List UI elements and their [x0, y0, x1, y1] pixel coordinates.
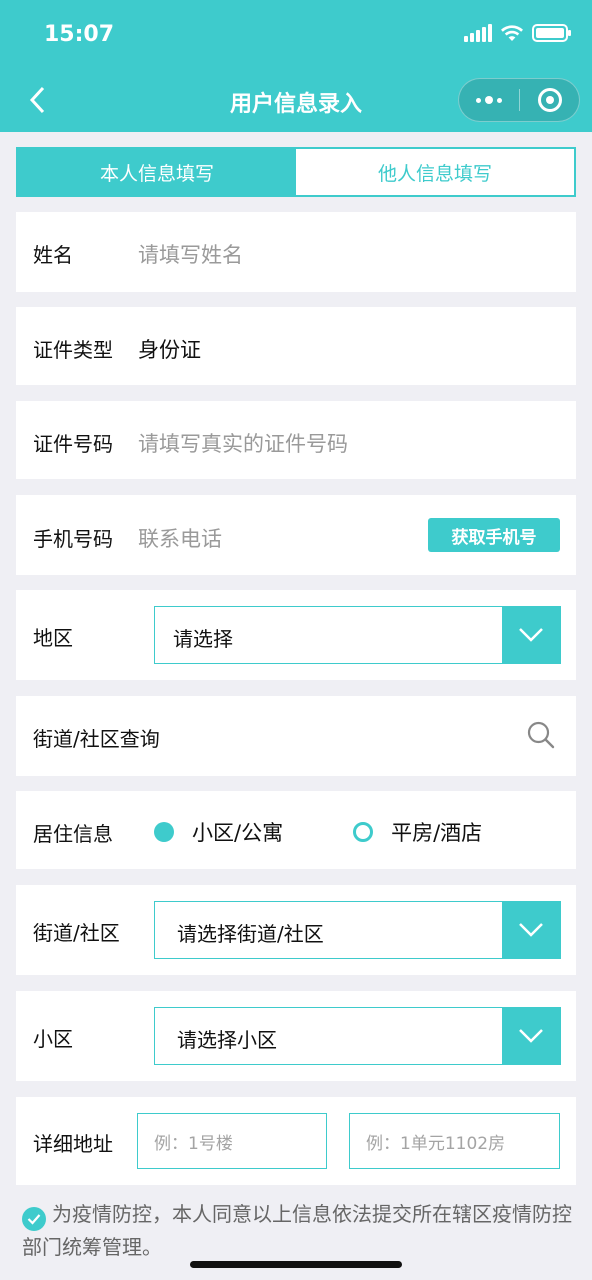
id-number-label: 证件号码	[33, 432, 113, 456]
residence-label: 居住信息	[33, 822, 113, 846]
chevron-down-icon	[519, 1029, 543, 1043]
chevron-down-icon	[519, 628, 543, 642]
nav-bar: 用户信息录入	[0, 70, 592, 132]
radio-unchecked-icon	[353, 822, 374, 842]
residence-option-apartment[interactable]: 小区/公寓	[154, 817, 283, 847]
street-row: 街道/社区 请选择街道/社区	[16, 885, 576, 975]
consent-checkbox[interactable]	[22, 1207, 46, 1231]
region-select-value: 请选择	[173, 627, 233, 651]
get-phone-button[interactable]: 获取手机号	[428, 518, 560, 552]
more-dot-icon	[485, 96, 493, 104]
target-icon	[537, 88, 562, 112]
miniprogram-capsule	[458, 78, 580, 122]
unit-input[interactable]: 例：1单元1102房	[349, 1113, 560, 1169]
street-search-label: 街道/社区查询	[33, 727, 160, 751]
community-dropdown-button[interactable]	[502, 1008, 560, 1064]
residence-option-bungalow[interactable]: 平房/酒店	[353, 817, 482, 847]
residence-option-label: 平房/酒店	[391, 821, 483, 845]
tab-self-info[interactable]: 本人信息填写	[18, 149, 296, 195]
consent-notice: 为疫情防控，本人同意以上信息依法提交所在辖区疫情防控部门统筹管理。	[22, 1198, 572, 1263]
street-search-row[interactable]: 街道/社区查询	[16, 696, 576, 776]
id-type-row: 证件类型 身份证	[16, 307, 576, 385]
community-select-value: 请选择小区	[177, 1028, 277, 1052]
tab-others-info[interactable]: 他人信息填写	[296, 149, 574, 195]
community-select[interactable]: 请选择小区	[154, 1007, 561, 1065]
address-label: 详细地址	[33, 1132, 113, 1156]
search-icon[interactable]	[526, 720, 556, 750]
name-input[interactable]: 请填写姓名	[138, 239, 243, 269]
phone-input[interactable]: 联系电话	[138, 523, 222, 553]
more-button[interactable]	[459, 79, 519, 121]
name-label: 姓名	[33, 243, 73, 267]
id-number-row: 证件号码 请填写真实的证件号码	[16, 401, 576, 479]
radio-checked-icon	[154, 822, 174, 842]
region-label: 地区	[33, 626, 73, 650]
chevron-down-icon	[519, 923, 543, 937]
region-dropdown-button[interactable]	[502, 607, 560, 663]
residence-row: 居住信息 小区/公寓 平房/酒店	[16, 791, 576, 869]
wifi-icon	[501, 25, 523, 41]
street-select[interactable]: 请选择街道/社区	[154, 901, 561, 959]
residence-radio-group: 小区/公寓 平房/酒店	[154, 817, 482, 847]
status-bar: 15:07	[0, 0, 592, 70]
consent-text: 为疫情防控，本人同意以上信息依法提交所在辖区疫情防控部门统筹管理。	[22, 1202, 572, 1259]
region-row: 地区 请选择	[16, 590, 576, 680]
phone-row: 手机号码 联系电话 获取手机号	[16, 495, 576, 575]
id-number-input[interactable]: 请填写真实的证件号码	[138, 428, 348, 458]
battery-icon	[532, 24, 571, 42]
building-input[interactable]: 例：1号楼	[137, 1113, 327, 1169]
more-dot-icon	[476, 97, 481, 103]
id-type-label: 证件类型	[33, 338, 113, 362]
phone-label: 手机号码	[33, 527, 113, 551]
close-miniprogram-button[interactable]	[520, 79, 579, 121]
status-icons	[464, 24, 571, 42]
check-icon	[27, 1214, 41, 1225]
id-type-value[interactable]: 身份证	[138, 334, 201, 364]
residence-option-label: 小区/公寓	[192, 821, 284, 845]
community-row: 小区 请选择小区	[16, 991, 576, 1081]
status-time: 15:07	[44, 22, 115, 47]
street-select-value: 请选择街道/社区	[177, 922, 324, 946]
community-label: 小区	[33, 1027, 73, 1051]
signal-icon	[464, 24, 492, 42]
street-label: 街道/社区	[33, 921, 120, 945]
name-row: 姓名 请填写姓名	[16, 212, 576, 292]
more-dot-icon	[497, 97, 502, 103]
home-indicator	[190, 1261, 402, 1268]
address-row: 详细地址 例：1号楼 例：1单元1102房	[16, 1097, 576, 1185]
tab-bar: 本人信息填写 他人信息填写	[16, 147, 576, 197]
region-select[interactable]: 请选择	[154, 606, 561, 664]
street-dropdown-button[interactable]	[502, 902, 560, 958]
